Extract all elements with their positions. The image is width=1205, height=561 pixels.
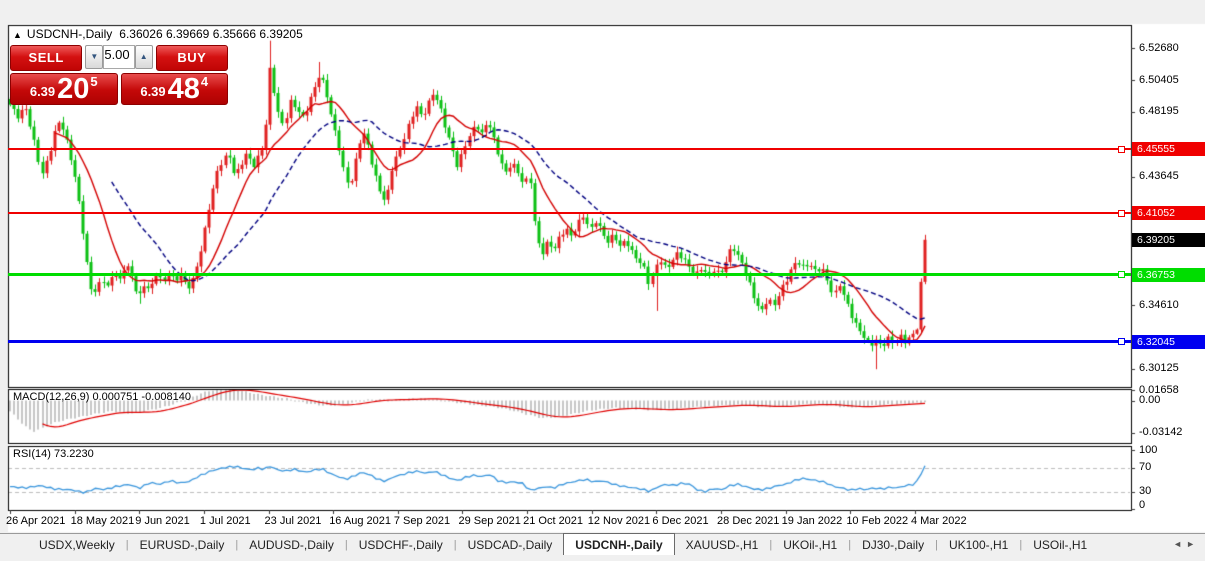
buy-price-panel[interactable]: 6.39 48 4: [120, 73, 228, 105]
date-axis-label: 9 Jun 2021: [135, 515, 190, 527]
sell-price-sup: 5: [90, 74, 98, 89]
tab-scroll-right-icon[interactable]: ►: [1186, 539, 1199, 549]
line-handle-icon[interactable]: [1118, 338, 1125, 346]
line-handle-icon[interactable]: [1118, 145, 1125, 153]
price-axis-label: 6.48195: [1139, 105, 1179, 118]
date-axis-label: 1 Jul 2021: [199, 515, 251, 527]
sell-price-prefix: 6.39: [29, 84, 56, 99]
current-price-badge: 6.39205: [1132, 232, 1205, 247]
chart-symbol-period: USDCNH-,Daily: [26, 27, 113, 41]
chart-tab-audusd-daily[interactable]: AUDUSD-,Daily: [238, 535, 345, 555]
date-axis-label: 26 Apr 2021: [6, 515, 66, 527]
volume-stepper: ▼ 5.00 ▲: [85, 45, 153, 69]
date-axis-label: 7 Sep 2021: [393, 515, 451, 527]
chart-tab-usoil-h1[interactable]: USOil-,H1: [1022, 535, 1098, 555]
rsi-axis-label: 70: [1139, 461, 1152, 473]
sell-price-big: 20: [57, 73, 90, 105]
date-axis-label: 21 Oct 2021: [523, 515, 584, 527]
date-axis-label: 19 Jan 2022: [781, 515, 843, 527]
chart-title: ▲ USDCNH-,Daily 6.36026 6.39669 6.35666 6.…: [13, 27, 303, 41]
horizontal-line-6.45555[interactable]: [8, 148, 1131, 151]
buy-price-sup: 4: [200, 74, 209, 89]
chart-marker-icon: ▲: [13, 30, 22, 40]
rsi-axis-label: 30: [1139, 485, 1152, 497]
line-handle-icon[interactable]: [1118, 271, 1125, 279]
chart-tab-usdcad-daily[interactable]: USDCAD-,Daily: [457, 535, 564, 555]
price-axis-label: 6.30125: [1139, 362, 1179, 375]
date-axis-label: 10 Feb 2022: [846, 515, 909, 527]
date-axis-label: 28 Dec 2021: [717, 515, 780, 527]
horizontal-line-6.32045[interactable]: [8, 340, 1131, 344]
macd-axis-label: 0.00: [1139, 394, 1161, 406]
chart-tab-usdchf-daily[interactable]: USDCHF-,Daily: [348, 535, 454, 555]
tab-scroll-arrows: ◄►: [1173, 539, 1199, 549]
tab-scroll-left-icon[interactable]: ◄: [1173, 539, 1186, 549]
rsi-indicator-label: RSI(14) 73.2230: [13, 448, 94, 460]
chart-tab-uk100-h1[interactable]: UK100-,H1: [938, 535, 1019, 555]
date-axis-label: 23 Jul 2021: [264, 515, 322, 527]
buy-price-prefix: 6.39: [140, 84, 166, 99]
date-axis-label: 4 Mar 2022: [910, 515, 967, 527]
date-axis-label: 16 Aug 2021: [329, 515, 391, 527]
rsi-axis-label: 0: [1139, 498, 1146, 511]
price-axis-label: 6.50405: [1139, 73, 1179, 86]
date-axis-label: 12 Nov 2021: [587, 515, 651, 527]
chart-tab-eurusd-daily[interactable]: EURUSD-,Daily: [129, 535, 236, 555]
price-axis-label: 6.43645: [1139, 170, 1179, 183]
date-axis-label: 6 Dec 2021: [652, 515, 709, 527]
macd-axis-label: -0.03142: [1139, 426, 1183, 439]
price-axis-label: 6.52680: [1139, 41, 1179, 54]
buy-price-big: 48: [167, 73, 200, 105]
macd-indicator-label: MACD(12,26,9) 0.000751 -0.008140: [13, 391, 191, 403]
volume-decrease-icon[interactable]: ▼: [85, 45, 104, 69]
chart-tab-ukoil-h1[interactable]: UKOil-,H1: [772, 535, 848, 555]
chart-tab-usdcnh-daily[interactable]: USDCNH-,Daily: [563, 533, 675, 555]
line-handle-icon[interactable]: [1118, 209, 1125, 217]
horizontal-line-6.41052[interactable]: [8, 212, 1131, 215]
sell-button[interactable]: SELL: [10, 45, 83, 71]
chart-tab-usdx-weekly[interactable]: USDX,Weekly: [28, 535, 126, 555]
chart-tab-xauusd-h1[interactable]: XAUUSD-,H1: [675, 535, 770, 555]
horizontal-line-6.36753[interactable]: [8, 273, 1131, 277]
volume-increase-icon[interactable]: ▲: [134, 45, 153, 69]
price-line-badge-6.36753: 6.36753: [1132, 267, 1205, 282]
sell-price-panel[interactable]: 6.39 20 5: [10, 73, 118, 105]
chart-tab-bar: USDX,Weekly | EURUSD-,Daily | AUDUSD-,Daily |…: [0, 533, 1205, 556]
date-axis-label: 18 May 2021: [70, 515, 135, 527]
price-line-badge-6.41052: 6.41052: [1132, 206, 1205, 221]
one-click-trading-widget: SELL ▼ 5.00 ▲ BUY 6.39 20 5 6.39 48 4: [10, 45, 228, 105]
price-line-badge-6.32045: 6.32045: [1132, 334, 1205, 349]
price-axis-label: 6.34610: [1139, 298, 1179, 311]
buy-button[interactable]: BUY: [155, 45, 228, 71]
chart-tab-dj30-daily[interactable]: DJ30-,Daily: [851, 535, 935, 555]
chart-ohlc-values: 6.36026 6.39669 6.35666 6.39205: [119, 27, 303, 41]
date-axis-label: 29 Sep 2021: [458, 515, 521, 527]
volume-input[interactable]: 5.00: [103, 45, 135, 69]
price-line-badge-6.45555: 6.45555: [1132, 142, 1205, 157]
rsi-axis-label: 100: [1139, 443, 1158, 456]
